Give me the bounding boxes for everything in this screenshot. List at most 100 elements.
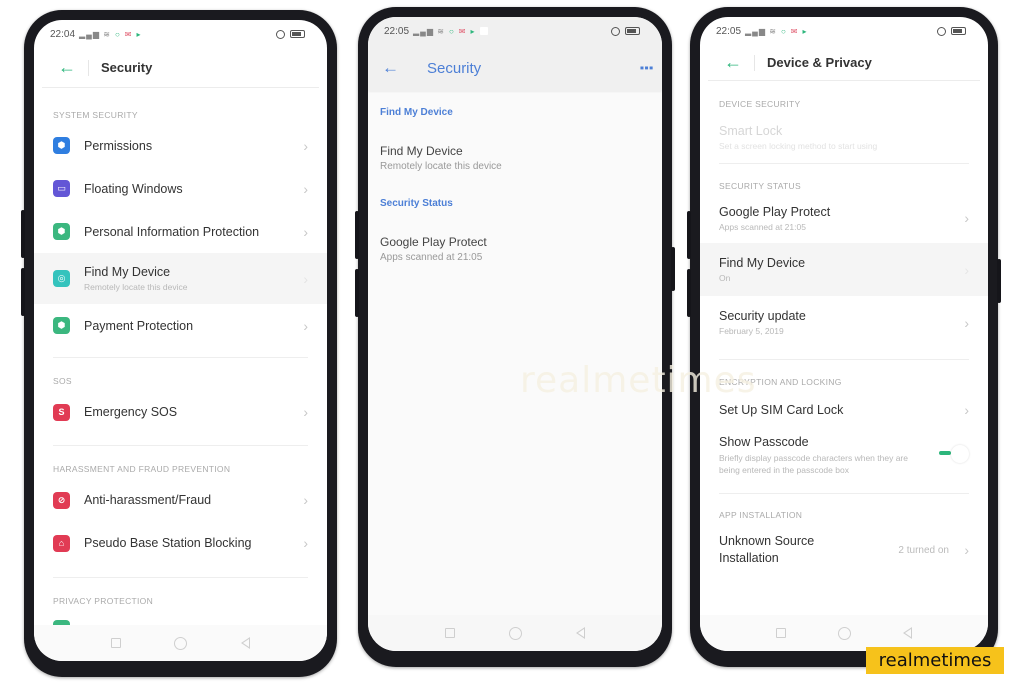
item-sublabel: Apps scanned at 21:05 (719, 221, 806, 232)
list-item-google-play-protect[interactable]: Google Play Protect Apps scanned at 21:0… (368, 235, 662, 275)
status-bar: 22:05 ▂▄▆ ≋ ○ ✉ ▸ (700, 17, 988, 45)
list-item-pseudo-base-station[interactable]: ⌂ Pseudo Base Station Blocking › (34, 522, 327, 564)
show-passcode-toggle[interactable] (939, 445, 969, 463)
item-label: Set Up SIM Card Lock (719, 403, 844, 417)
item-sublabel: Remotely locate this device (84, 282, 188, 292)
divider (53, 357, 308, 358)
list-item-smart-lock[interactable]: Smart Lock Set a screen locking method t… (700, 115, 988, 159)
divider (53, 577, 308, 578)
sos-icon: S (53, 403, 70, 421)
list-item-personal-info-protection[interactable]: ⬢ Personal Information Protection › (34, 210, 327, 253)
mail-icon: ✉ (124, 29, 133, 39)
status-time: 22:04 (50, 28, 76, 40)
item-label: Emergency SOS (84, 405, 178, 419)
list-item-find-my-device[interactable]: Find My Device On › (700, 243, 988, 296)
navigation-bar (368, 615, 662, 651)
status-time: 22:05 (716, 25, 742, 37)
phone-security-coloros: 22:04 ▂▄▆ ≋ ○ ✉ ▸ ← Security SYSTEM SECU… (21, 10, 337, 677)
block-icon: ⊘ (53, 491, 70, 509)
list-item-find-my-device[interactable]: ◎ Find My Device Remotely locate this de… (34, 253, 327, 304)
item-label: Find My Device (380, 144, 463, 158)
chevron-right-icon: › (303, 317, 308, 334)
home-button[interactable] (174, 636, 188, 650)
item-label: Google Play Protect (719, 204, 831, 219)
volume-button (21, 268, 25, 316)
item-label: Find My Device (84, 265, 171, 279)
brand-badge: realmetimes (866, 647, 1004, 674)
divider (719, 493, 969, 494)
item-label: Personal Information Protection (84, 224, 260, 239)
section-device-security: DEVICE SECURITY (719, 99, 801, 109)
item-sublabel: Set a screen locking method to start usi… (719, 140, 878, 151)
recents-button[interactable] (110, 638, 121, 648)
list-item-show-passcode[interactable]: Show Passcode Briefly display passcode c… (700, 429, 988, 485)
more-vert-icon[interactable]: ⋮ (637, 60, 654, 76)
shield-icon: ⬢ (53, 137, 70, 154)
section-system-security: SYSTEM SECURITY (53, 110, 138, 120)
category-security-status: Security Status (380, 198, 453, 209)
signal-icon: ▂▄▆ ≋ (79, 29, 111, 39)
notification-icon: ○ (780, 26, 787, 36)
window-icon: ▭ (53, 180, 70, 197)
chevron-right-icon: › (303, 270, 308, 287)
screen: 22:05 ▂▄▆ ≋ ○ ✉ ▸ ← Security ⋮ Find My D… (368, 17, 662, 651)
signal-icon: ▂▄▆ ≋ (413, 26, 445, 36)
notification-icon: ○ (114, 29, 121, 39)
chevron-right-icon: › (303, 404, 308, 420)
play-icon: ▸ (802, 26, 808, 36)
volume-button (687, 211, 691, 259)
list-item-permissions[interactable]: ⬢ Permissions › (34, 124, 327, 167)
watermark: realmetimes (520, 360, 757, 401)
list-item-payment-protection[interactable]: ⬢ Payment Protection › (34, 304, 327, 347)
battery-icon (625, 27, 640, 35)
list-item-floating-windows[interactable]: ▭ Floating Windows › (34, 167, 327, 210)
back-arrow-icon[interactable]: ← (724, 52, 754, 73)
toggle-track (939, 451, 951, 455)
header: ← Security (42, 48, 319, 88)
item-sublabel: Remotely locate this device (380, 161, 502, 172)
notification-icon: ○ (448, 26, 455, 36)
recents-button[interactable] (776, 628, 786, 638)
toggle-knob (951, 445, 969, 463)
back-button[interactable] (903, 627, 912, 639)
item-label: Unknown Source Installation (719, 534, 815, 565)
vibrate-icon (937, 26, 946, 36)
back-arrow-icon[interactable]: ← (382, 58, 427, 78)
vibrate-icon (276, 29, 285, 39)
phone-device-privacy: 22:05 ▂▄▆ ≋ ○ ✉ ▸ ← Device & Privacy DEV… (687, 7, 1001, 667)
home-button[interactable] (838, 626, 851, 640)
list-item-unknown-source[interactable]: Unknown Source Installation 2 turned on … (700, 530, 988, 570)
chevron-right-icon: › (303, 180, 308, 197)
screen: 22:04 ▂▄▆ ≋ ○ ✉ ▸ ← Security SYSTEM SECU… (34, 20, 327, 661)
screen: 22:05 ▂▄▆ ≋ ○ ✉ ▸ ← Device & Privacy DEV… (700, 17, 988, 651)
play-icon: ▸ (470, 26, 476, 36)
section-app-installation: APP INSTALLATION (719, 510, 803, 520)
list-item-anti-harassment[interactable]: ⊘ Anti-harassment/Fraud › (34, 478, 327, 522)
list-item-emergency-sos[interactable]: S Emergency SOS › (34, 390, 327, 434)
signal-icon: ▂▄▆ ≋ (745, 26, 777, 36)
item-label: Floating Windows (84, 181, 183, 196)
category-find-my-device: Find My Device (380, 107, 453, 118)
back-button[interactable] (576, 627, 585, 639)
back-arrow-icon[interactable]: ← (58, 57, 88, 78)
section-security-status: SECURITY STATUS (719, 181, 801, 191)
app-bar: ← Security ⋮ (368, 45, 662, 91)
tower-icon: ⌂ (53, 534, 70, 552)
page-title: Security (427, 59, 482, 77)
back-button[interactable] (241, 637, 251, 649)
mail-icon: ✉ (458, 26, 467, 36)
chevron-right-icon: › (303, 137, 308, 154)
status-bar: 22:04 ▂▄▆ ≋ ○ ✉ ▸ (34, 20, 327, 48)
list-item-security-update[interactable]: Security update February 5, 2019 › (700, 296, 988, 349)
item-label: Show Passcode (719, 435, 809, 449)
mail-icon: ✉ (790, 26, 799, 36)
chevron-right-icon: › (303, 535, 308, 551)
recents-button[interactable] (445, 628, 455, 638)
navigation-bar (34, 625, 327, 661)
list-item-google-play-protect[interactable]: Google Play Protect Apps scanned at 21:0… (700, 193, 988, 243)
list-item-find-my-device[interactable]: Find My Device Remotely locate this devi… (368, 144, 662, 184)
item-label: Google Play Protect (380, 235, 487, 249)
home-button[interactable] (509, 626, 522, 640)
payment-shield-icon: ⬢ (53, 317, 70, 334)
item-sublabel: On (719, 273, 731, 283)
